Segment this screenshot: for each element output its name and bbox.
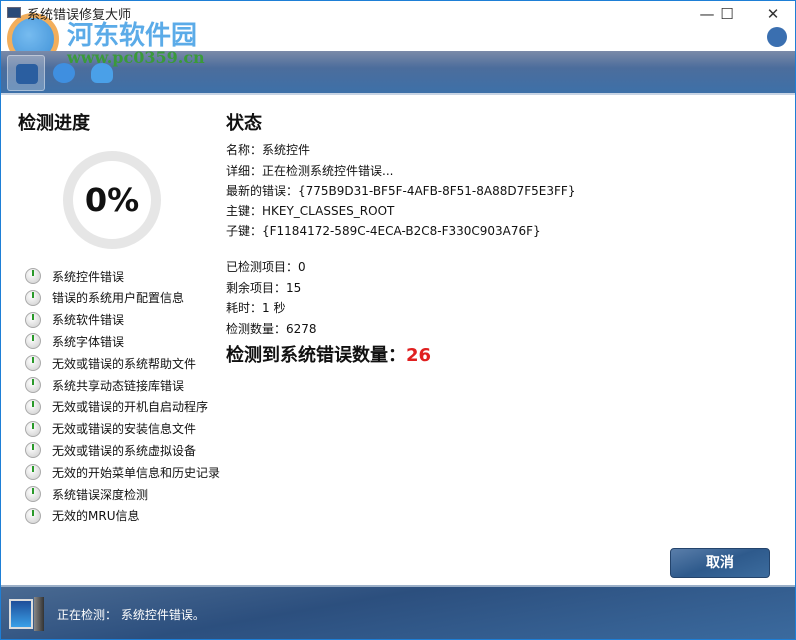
status-name: 名称：系统控件	[226, 143, 311, 157]
status-heading: 状态	[226, 113, 262, 134]
status-check-icon	[25, 486, 41, 502]
progress-heading: 检测进度	[18, 113, 90, 134]
check-item: 无效的MRU信息	[25, 506, 139, 526]
app-icon	[7, 7, 21, 18]
check-item-label: 无效或错误的开机自启动程序	[52, 400, 209, 415]
status-bar-text: 正在检测： 系统控件错误。	[57, 608, 205, 622]
check-item-label: 无效或错误的系统虚拟设备	[52, 443, 197, 458]
maximize-button[interactable]: ☐	[707, 1, 747, 27]
checked-items: 已检测项目：0	[226, 260, 306, 274]
user-help-icon[interactable]	[767, 27, 787, 47]
check-item-label: 系统共享动态链接库错误	[52, 378, 185, 393]
status-check-icon	[25, 507, 41, 524]
check-item: 系统共享动态链接库错误	[25, 375, 184, 395]
status-check-icon	[25, 420, 41, 437]
check-item: 无效或错误的安装信息文件	[25, 419, 196, 439]
check-item-label: 系统字体错误	[52, 334, 125, 349]
status-latest-error: 最新的错误：{775B9D31-BF5F-4AFB-8F51-8A88D7F5E…	[226, 184, 576, 198]
title-bar: 系统错误修复大师 河东软件园 — ☐ ✕	[1, 1, 795, 65]
progress-percent: 0%	[84, 181, 140, 219]
status-check-icon	[25, 355, 41, 372]
elapsed-time: 耗时：1 秒	[226, 301, 286, 315]
status-check-icon	[25, 464, 41, 481]
check-item-label: 系统软件错误	[52, 313, 125, 328]
check-item: 无效的开始菜单信息和历史记录	[25, 462, 220, 482]
computer-icon	[9, 599, 33, 629]
errors-found-value: 26	[406, 345, 432, 366]
computer-tower-icon	[34, 597, 44, 631]
scan-computer-button[interactable]	[7, 55, 45, 91]
status-check-icon	[25, 442, 41, 459]
computer-icon	[16, 64, 38, 84]
status-sub-key: 子键：{F1184172-589C-4ECA-B2C8-F330C903A76F…	[226, 224, 541, 238]
check-item: 系统软件错误	[25, 310, 124, 330]
watermark-url: www.pc0359.cn	[67, 48, 205, 67]
check-item: 无效或错误的系统帮助文件	[25, 353, 196, 373]
status-check-icon	[25, 268, 41, 284]
errors-found: 检测到系统错误数量：26	[226, 341, 431, 367]
check-item-label: 系统控件错误	[52, 269, 125, 284]
status-check-icon	[25, 333, 41, 350]
status-main-key: 主键：HKEY_CLASSES_ROOT	[226, 204, 395, 218]
check-item: 系统控件错误	[25, 266, 124, 286]
cancel-button[interactable]: 取消	[670, 548, 770, 578]
remaining-items: 剩余项目：15	[226, 281, 302, 295]
check-item-label: 无效的MRU信息	[52, 509, 140, 524]
check-item: 无效或错误的系统虚拟设备	[25, 440, 196, 460]
close-button[interactable]: ✕	[753, 1, 793, 27]
scan-count: 检测数量：6278	[226, 322, 317, 336]
check-item-label: 无效或错误的系统帮助文件	[52, 356, 197, 371]
check-item: 系统字体错误	[25, 331, 124, 351]
status-check-icon	[25, 398, 41, 415]
check-item: 无效或错误的开机自启动程序	[25, 397, 208, 417]
errors-found-label: 检测到系统错误数量：	[226, 345, 406, 366]
watermark-text: 河东软件园	[67, 21, 198, 51]
check-item: 错误的系统用户配置信息	[25, 288, 184, 308]
status-check-icon	[25, 289, 41, 306]
check-item-label: 无效或错误的安装信息文件	[52, 422, 197, 437]
status-check-icon	[25, 377, 41, 393]
check-item-label: 错误的系统用户配置信息	[52, 291, 185, 306]
status-detail: 详细：正在检测系统控件错误...	[226, 164, 394, 178]
check-item: 系统错误深度检测	[25, 484, 148, 504]
check-item-label: 系统错误深度检测	[52, 487, 149, 502]
check-item-label: 无效的开始菜单信息和历史记录	[52, 465, 221, 480]
status-bar: 正在检测： 系统控件错误。	[1, 585, 795, 639]
status-check-icon	[25, 311, 41, 328]
